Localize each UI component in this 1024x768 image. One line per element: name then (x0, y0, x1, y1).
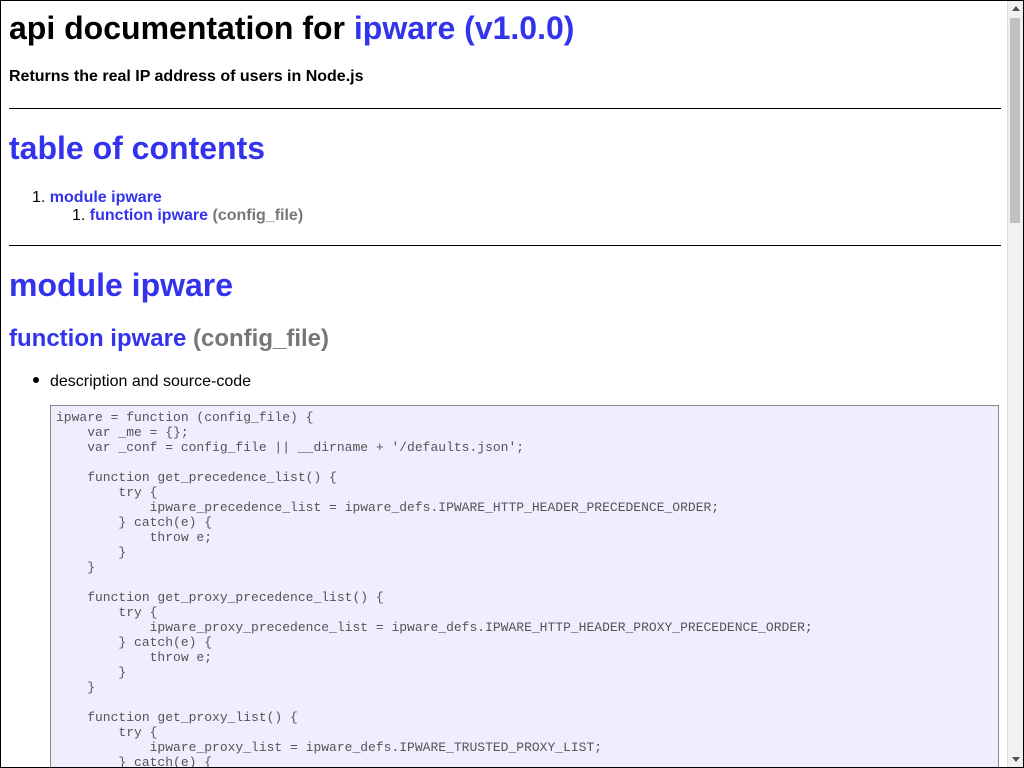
toc-item-number: 1. (72, 207, 86, 224)
function-signature: (config_file) (193, 325, 330, 352)
page-title: api documentation for ipware (v1.0.0) (9, 9, 574, 47)
browser-viewport: api documentation for ipware (v1.0.0) Re… (0, 0, 1024, 768)
toc-function-signature: (config_file) (212, 207, 304, 224)
divider (9, 245, 1001, 246)
toc-link-module-ipware[interactable]: module ipware (50, 189, 162, 206)
package-description: Returns the real IP address of users in … (9, 68, 364, 85)
vertical-scrollbar[interactable] (1007, 1, 1023, 767)
scroll-up-button[interactable] (1008, 1, 1023, 16)
toc-item-function: 1. function ipware (config_file) (72, 206, 303, 225)
source-code: ipware = function (config_file) { var _m… (56, 410, 813, 768)
module-heading: module ipware (9, 267, 234, 303)
package-link[interactable]: ipware (v1.0.0) (354, 10, 575, 46)
function-name-link[interactable]: function ipware (9, 325, 186, 352)
toc-link-function-ipware[interactable]: function ipware (90, 207, 208, 224)
list-item: description and source-code (33, 372, 251, 391)
scroll-down-button[interactable] (1008, 752, 1023, 767)
bullet-label: description and source-code (50, 373, 252, 390)
toc-item-number: 1. (32, 189, 46, 206)
divider (9, 108, 1001, 109)
bullet-icon (33, 376, 39, 383)
toc-item-module: 1. module ipware (32, 188, 162, 207)
function-heading: function ipware (config_file) (9, 324, 329, 354)
triangle-down-icon (1011, 757, 1020, 762)
source-code-block: ipware = function (config_file) { var _m… (50, 405, 999, 768)
triangle-up-icon (1011, 6, 1020, 11)
scrollbar-thumb[interactable] (1010, 18, 1020, 223)
page-title-prefix: api documentation for (9, 10, 354, 46)
toc-heading: table of contents (9, 130, 266, 166)
